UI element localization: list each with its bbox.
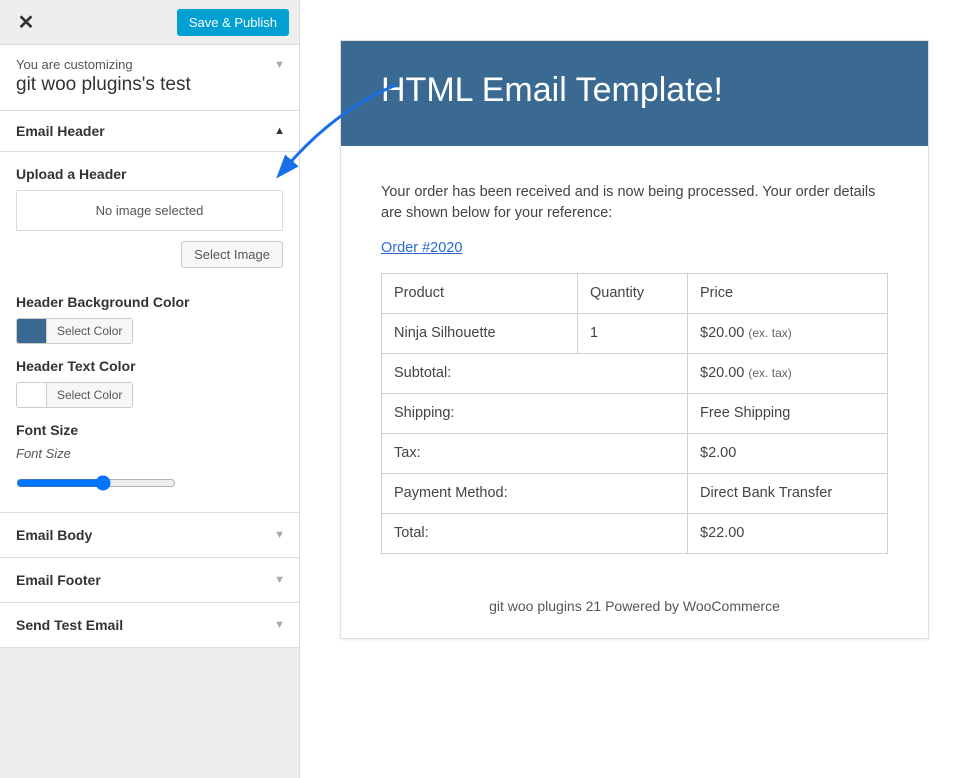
caret-down-icon: ▼: [274, 574, 285, 586]
table-row: Subtotal: $20.00 (ex. tax): [382, 354, 888, 394]
text-select-color-button[interactable]: Select Color: [46, 382, 133, 408]
email-template: HTML Email Template! Your order has been…: [340, 40, 929, 639]
table-row: Ninja Silhouette 1 $20.00 (ex. tax): [382, 314, 888, 354]
table-row: Shipping: Free Shipping: [382, 394, 888, 434]
email-intro: Your order has been received and is now …: [381, 182, 888, 224]
font-size-label: Font Size: [16, 422, 283, 438]
section-send-test[interactable]: Send Test Email ▼: [0, 603, 299, 648]
table-header-row: Product Quantity Price: [382, 274, 888, 314]
section-title: Email Footer: [16, 572, 101, 588]
bg-select-color-button[interactable]: Select Color: [46, 318, 133, 344]
close-button[interactable]: ✕: [10, 8, 42, 36]
select-image-button[interactable]: Select Image: [181, 241, 283, 268]
table-row: Total: $22.00: [382, 514, 888, 554]
bg-color-swatch[interactable]: [16, 318, 46, 344]
customizing-label: You are customizing: [16, 57, 283, 72]
payment-value: Direct Bank Transfer: [688, 474, 888, 514]
font-size-slider[interactable]: [16, 475, 176, 491]
customizer-sidebar: ✕ Save & Publish ▼ You are customizing g…: [0, 0, 300, 778]
section-title: Email Header: [16, 123, 105, 139]
bg-color-control: Select Color: [16, 318, 283, 344]
caret-up-icon: ▲: [274, 125, 285, 137]
section-title: Email Body: [16, 527, 92, 543]
text-color-swatch[interactable]: [16, 382, 46, 408]
email-preview-pane: HTML Email Template! Your order has been…: [300, 0, 969, 778]
email-body: Your order has been received and is now …: [341, 146, 928, 574]
section-email-body[interactable]: Email Body ▼: [0, 513, 299, 558]
shipping-value: Free Shipping: [688, 394, 888, 434]
item-price: $20.00 (ex. tax): [688, 314, 888, 354]
table-row: Tax: $2.00: [382, 434, 888, 474]
payment-label: Payment Method:: [382, 474, 688, 514]
total-label: Total:: [382, 514, 688, 554]
email-title: HTML Email Template!: [381, 71, 888, 110]
order-table: Product Quantity Price Ninja Silhouette …: [381, 273, 888, 554]
col-quantity: Quantity: [578, 274, 688, 314]
subtotal-label: Subtotal:: [382, 354, 688, 394]
customizing-info[interactable]: ▼ You are customizing git woo plugins's …: [0, 45, 299, 111]
email-header: HTML Email Template!: [341, 41, 928, 146]
item-qty: 1: [578, 314, 688, 354]
image-placeholder: No image selected: [16, 190, 283, 231]
tax-label: Tax:: [382, 434, 688, 474]
font-size-sublabel: Font Size: [16, 446, 283, 461]
total-value: $22.00: [688, 514, 888, 554]
text-color-label: Header Text Color: [16, 358, 283, 374]
upload-header-label: Upload a Header: [16, 166, 283, 182]
order-link[interactable]: Order #2020: [381, 240, 462, 256]
caret-down-icon: ▼: [274, 59, 285, 71]
item-name: Ninja Silhouette: [382, 314, 578, 354]
top-actions: ✕ Save & Publish: [0, 0, 299, 45]
shipping-label: Shipping:: [382, 394, 688, 434]
section-title: Send Test Email: [16, 617, 123, 633]
section-email-footer[interactable]: Email Footer ▼: [0, 558, 299, 603]
col-price: Price: [688, 274, 888, 314]
tax-value: $2.00: [688, 434, 888, 474]
bg-color-label: Header Background Color: [16, 294, 283, 310]
save-publish-button[interactable]: Save & Publish: [177, 9, 289, 36]
email-header-panel: Upload a Header No image selected Select…: [0, 152, 299, 513]
table-row: Payment Method: Direct Bank Transfer: [382, 474, 888, 514]
section-email-header[interactable]: Email Header ▲: [0, 111, 299, 152]
caret-down-icon: ▼: [274, 619, 285, 631]
site-title: git woo plugins's test: [16, 74, 283, 96]
text-color-control: Select Color: [16, 382, 283, 408]
caret-down-icon: ▼: [274, 529, 285, 541]
col-product: Product: [382, 274, 578, 314]
email-footer: git woo plugins 21 Powered by WooCommerc…: [341, 574, 928, 638]
subtotal-value: $20.00 (ex. tax): [688, 354, 888, 394]
